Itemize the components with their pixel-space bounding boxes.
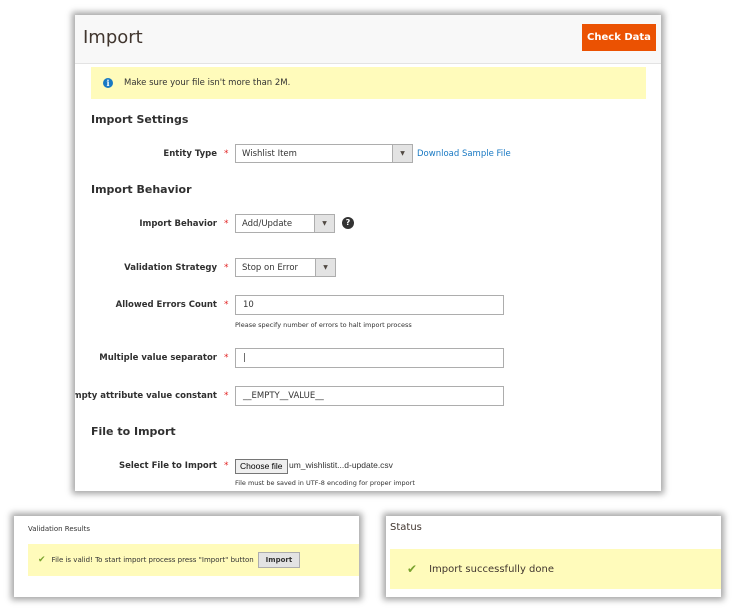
- check-data-button[interactable]: Check Data: [582, 24, 656, 51]
- info-icon: i: [103, 78, 113, 88]
- separator-input[interactable]: |: [235, 348, 504, 368]
- import-button[interactable]: Import: [257, 552, 301, 568]
- import-form-panel: Import Check Data i Make sure your file …: [75, 15, 661, 491]
- required-mark: *: [224, 300, 229, 310]
- selected-file-name: um_wishlistit...d-update.csv: [289, 460, 393, 470]
- validation-strategy-label: Validation Strategy: [124, 263, 217, 273]
- required-mark: *: [224, 391, 229, 401]
- chevron-down-icon: ▼: [392, 145, 412, 162]
- validation-success-message: ✔ File is valid! To start import process…: [28, 544, 359, 576]
- file-encoding-note: File must be saved in UTF-8 encoding for…: [235, 479, 415, 487]
- required-mark: *: [224, 219, 229, 229]
- status-title: Status: [390, 522, 422, 533]
- status-message-text: Import successfully done: [429, 563, 555, 575]
- section-title-file-to-import: File to Import: [91, 425, 176, 438]
- choose-file-button[interactable]: Choose file: [235, 459, 288, 474]
- import-behavior-value: Add/Update: [242, 218, 293, 229]
- entity-type-select[interactable]: Wishlist Item ▼: [235, 144, 413, 163]
- notice-text: Make sure your file isn't more than 2M.: [124, 78, 291, 88]
- chevron-down-icon: ▼: [315, 259, 335, 276]
- required-mark: *: [224, 461, 229, 471]
- check-icon: ✔: [38, 555, 46, 565]
- required-mark: *: [224, 149, 229, 159]
- import-behavior-label: Import Behavior: [139, 219, 217, 229]
- required-mark: *: [224, 353, 229, 363]
- validation-message-text: File is valid! To start import process p…: [51, 556, 254, 564]
- chevron-down-icon: ▼: [314, 215, 334, 232]
- section-title-import-behavior: Import Behavior: [91, 183, 192, 196]
- validation-results-panel: Validation Results ✔ File is valid! To s…: [14, 516, 359, 597]
- entity-type-label: Entity Type: [163, 149, 217, 159]
- allowed-errors-input[interactable]: 10: [235, 295, 504, 315]
- separator-label: Multiple value separator: [99, 353, 217, 363]
- select-file-label: Select File to Import: [118, 461, 217, 471]
- entity-type-value: Wishlist Item: [242, 148, 297, 159]
- validation-strategy-select[interactable]: Stop on Error ▼: [235, 258, 336, 277]
- validation-strategy-value: Stop on Error: [242, 262, 299, 273]
- validation-results-title: Validation Results: [28, 525, 91, 533]
- empty-constant-input[interactable]: __EMPTY__VALUE__: [235, 386, 504, 406]
- page-header: Import Check Data: [75, 15, 661, 64]
- required-mark: *: [224, 263, 229, 273]
- status-panel: Status ✔ Import successfully done: [386, 516, 721, 597]
- check-icon: ✔: [407, 562, 418, 576]
- allowed-errors-label: Allowed Errors Count: [115, 300, 217, 310]
- page-title: Import: [83, 27, 143, 48]
- file-size-notice: i Make sure your file isn't more than 2M…: [91, 67, 646, 99]
- import-behavior-select[interactable]: Add/Update ▼: [235, 214, 335, 233]
- status-success-message: ✔ Import successfully done: [390, 549, 721, 589]
- section-title-import-settings: Import Settings: [91, 113, 189, 126]
- empty-constant-label: Empty attribute value constant: [75, 391, 217, 401]
- allowed-errors-note: Please specify number of errors to halt …: [235, 321, 412, 329]
- download-sample-file-link[interactable]: Download Sample File: [417, 149, 511, 159]
- help-icon[interactable]: ?: [342, 217, 354, 229]
